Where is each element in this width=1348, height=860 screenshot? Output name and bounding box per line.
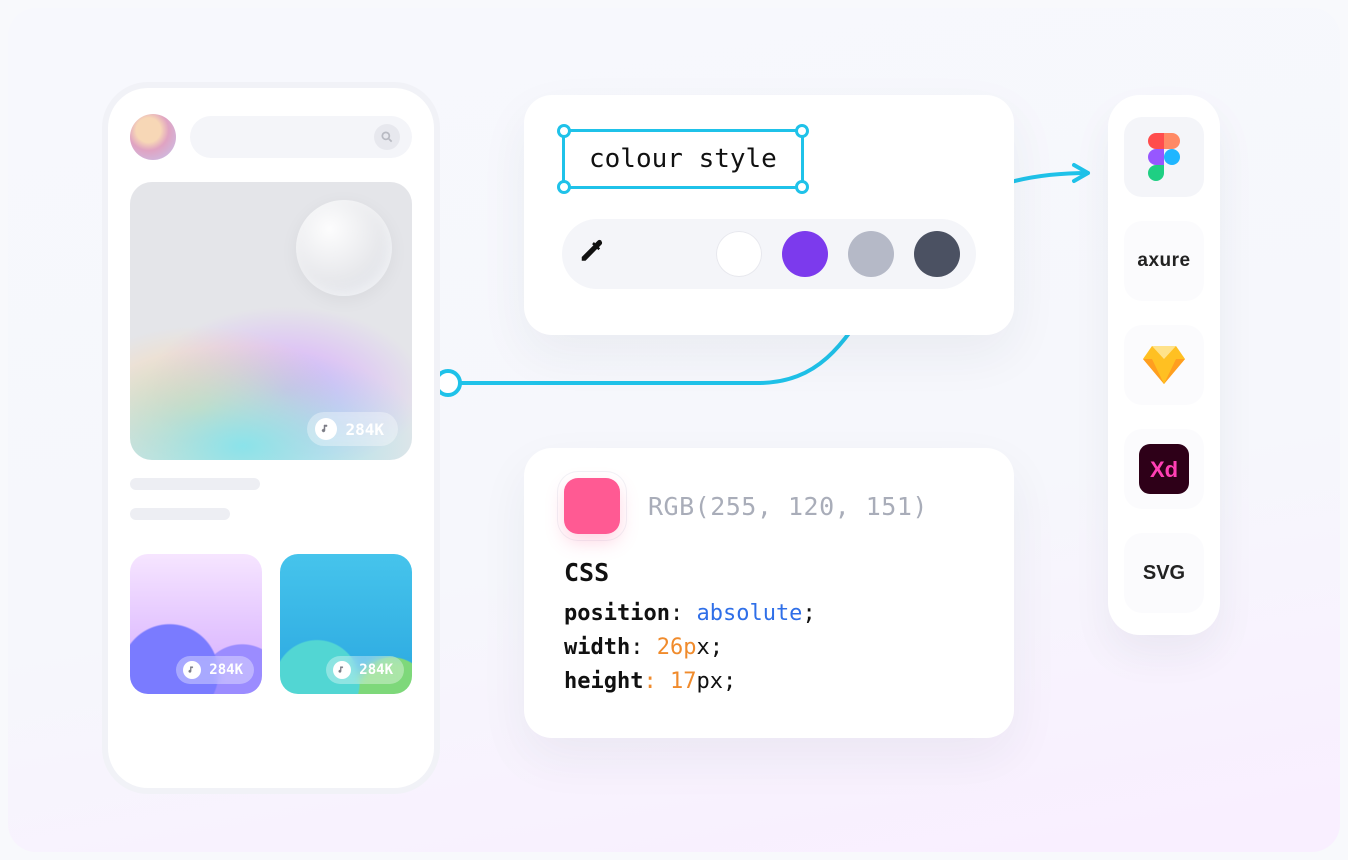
xd-icon: Xd <box>1139 444 1189 494</box>
music-note-icon <box>183 661 201 679</box>
export-tool-rail: axure Xd SVG <box>1108 95 1220 635</box>
tool-sketch[interactable] <box>1124 325 1204 405</box>
play-count-pill[interactable]: 284K <box>307 412 398 446</box>
music-note-icon <box>333 661 351 679</box>
swatch-white[interactable] <box>716 231 762 277</box>
css-line: height: 17px; <box>564 665 974 699</box>
rgb-value: RGB(255, 120, 151) <box>648 492 928 521</box>
hero-card[interactable]: 284K <box>130 182 412 460</box>
colour-style-panel: colour style <box>524 95 1014 335</box>
play-count: 284K <box>359 662 393 678</box>
selection-box[interactable]: colour style <box>562 129 804 189</box>
search-input[interactable] <box>190 116 412 158</box>
code-panel: RGB(255, 120, 151) CSS position: absolut… <box>524 448 1014 738</box>
tool-figma[interactable] <box>1124 117 1204 197</box>
play-count-pill[interactable]: 284K <box>176 656 254 684</box>
music-note-icon <box>315 418 337 440</box>
svg-label: SVG <box>1143 562 1185 585</box>
swatch-grey[interactable] <box>848 231 894 277</box>
avatar[interactable] <box>130 114 176 160</box>
play-count: 284K <box>345 420 384 439</box>
css-line: position: absolute; <box>564 597 974 631</box>
sketch-icon <box>1143 346 1185 384</box>
swatch-dark[interactable] <box>914 231 960 277</box>
svg-text:Xd: Xd <box>1150 457 1178 482</box>
eyedropper-icon[interactable] <box>578 237 608 271</box>
skeleton-line <box>130 478 260 490</box>
swatch-purple[interactable] <box>782 231 828 277</box>
phone-mock: 284K 284K <box>108 88 434 788</box>
canvas: 284K 284K <box>8 8 1340 852</box>
tool-svg[interactable]: SVG <box>1124 533 1204 613</box>
swatch-row <box>562 219 976 289</box>
play-count-pill[interactable]: 284K <box>326 656 404 684</box>
selection-label: colour style <box>589 144 777 174</box>
glass-sphere <box>296 200 392 296</box>
css-code-block: position: absolute; width: 26px; height:… <box>564 597 974 699</box>
color-chip[interactable] <box>564 478 620 534</box>
play-count: 284K <box>209 662 243 678</box>
skeleton-line <box>130 508 230 520</box>
figma-icon <box>1147 133 1181 181</box>
css-line: width: 26px; <box>564 631 974 665</box>
search-icon[interactable] <box>374 124 400 150</box>
tool-axure[interactable]: axure <box>1124 221 1204 301</box>
axure-label: axure <box>1137 250 1190 272</box>
thumb-card[interactable]: 284K <box>280 554 412 694</box>
thumb-card[interactable]: 284K <box>130 554 262 694</box>
css-heading: CSS <box>564 558 974 587</box>
tool-xd[interactable]: Xd <box>1124 429 1204 509</box>
